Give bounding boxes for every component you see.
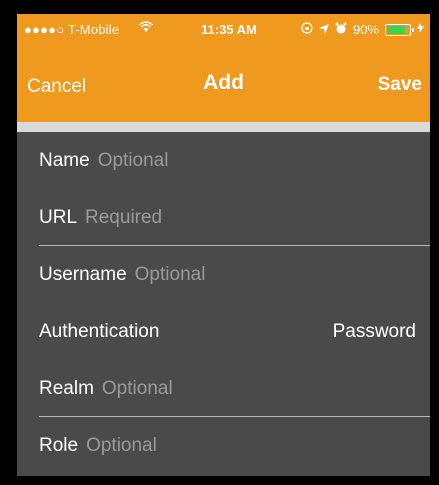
field-label: Username [39,263,127,285]
rotation-lock-icon [301,22,313,37]
username-field[interactable]: Username Optional [17,246,430,303]
name-input-placeholder[interactable]: Optional [98,150,169,172]
alarm-icon [335,22,347,37]
field-label: Realm [39,377,94,399]
add-form: Name Optional URL Required Username Opti… [17,132,430,474]
name-field[interactable]: Name Optional [17,132,430,189]
phone-screen: ●●●●○ T-Mobile 11:35 AM 90% Cancel Add S… [17,14,430,476]
battery-percent: 90% [352,22,379,37]
field-label: URL [39,206,78,228]
status-bar: ●●●●○ T-Mobile 11:35 AM 90% [17,14,430,46]
username-input-placeholder[interactable]: Optional [135,264,206,286]
realm-input-placeholder[interactable]: Optional [102,378,173,400]
url-field[interactable]: URL Required [17,189,430,246]
clock: 11:35 AM [201,22,257,37]
save-button[interactable]: Save [378,74,422,96]
realm-field[interactable]: Realm Optional [17,360,430,417]
authentication-value[interactable]: Password [333,321,416,343]
wifi-icon [138,21,154,36]
status-indicators: 90% [301,22,424,37]
authentication-selector[interactable]: Authentication Password [17,303,430,360]
navigation-bar: Cancel Add Save [17,46,430,122]
location-icon [318,22,329,37]
role-input-placeholder[interactable]: Optional [86,435,157,457]
charging-icon [417,22,424,37]
field-label: Authentication [39,320,160,342]
role-field[interactable]: Role Optional [17,417,430,474]
url-input-placeholder[interactable]: Required [85,207,162,229]
field-label: Role [39,434,79,456]
section-header [17,122,430,132]
field-label: Name [39,149,90,171]
carrier-label: ●●●●○ T-Mobile [24,22,120,37]
battery-icon [385,23,414,36]
page-title: Add [203,71,244,94]
